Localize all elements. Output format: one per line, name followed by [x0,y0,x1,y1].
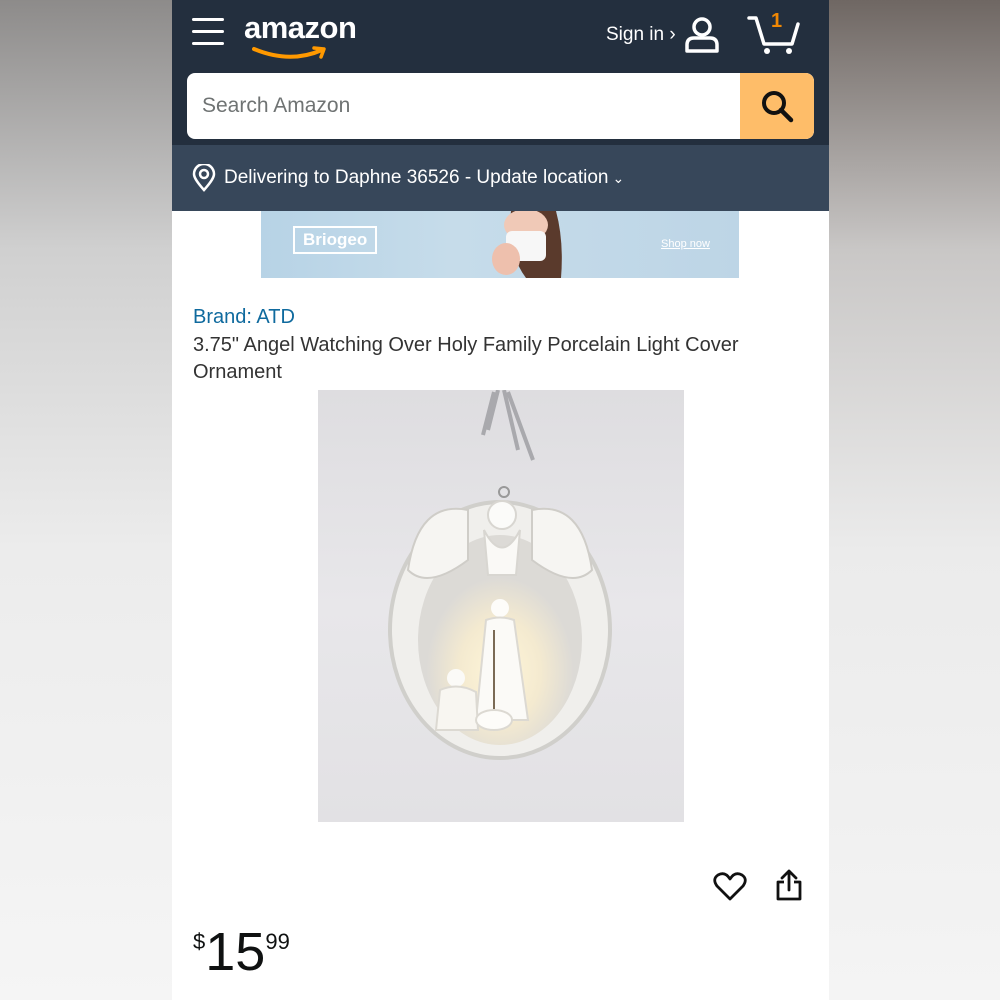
phone-screen: amazon Sign in › 1 Search Amazon Deliver… [172,0,829,1000]
price-fraction: 99 [265,929,290,954]
cart-count: 1 [771,10,783,32]
product-image[interactable] [318,389,684,822]
share-button[interactable] [775,868,803,907]
price-symbol: $ [193,929,206,954]
search-button[interactable] [740,73,814,139]
share-icon [776,869,802,901]
price-whole: 15 [205,922,266,982]
ad-brand-logo: Briogeo [293,226,378,254]
brand-link[interactable]: Brand: ATD [193,306,295,329]
background-right [829,0,1000,1000]
ad-model-image [492,211,562,278]
location-pin-icon [192,164,216,192]
sign-in-link[interactable]: Sign in › [606,24,676,46]
angel-ornament-image [388,389,612,760]
add-to-wishlist-button[interactable] [713,872,747,907]
heart-icon [713,872,747,901]
sponsored-banner[interactable]: Briogeo Shop now [261,211,739,278]
menu-icon[interactable] [192,18,224,48]
product-title: 3.75" Angel Watching Over Holy Family Po… [193,334,739,383]
delivery-location-bar[interactable]: Delivering to Daphne 36526 - Update loca… [172,145,829,211]
product-price: $1599 [193,925,290,979]
search-icon [762,91,794,123]
delivery-label: Delivering to Daphne 36526 - Update loca… [224,167,609,188]
search-input[interactable] [187,73,739,139]
cart-button[interactable]: 1 [746,10,802,56]
user-icon[interactable] [684,16,720,54]
delivery-location-text: Delivering to Daphne 36526 - Update loca… [224,167,624,189]
search-bar [187,73,814,139]
ad-shop-now-link[interactable]: Shop now [661,238,710,250]
logo-text: amazon [244,10,357,45]
chevron-down-icon: ⌄ [612,170,625,186]
amazon-logo[interactable]: amazon [244,10,369,62]
background-left [0,0,172,1000]
header: amazon Sign in › 1 [172,0,829,145]
logo-smile-icon [252,46,326,59]
